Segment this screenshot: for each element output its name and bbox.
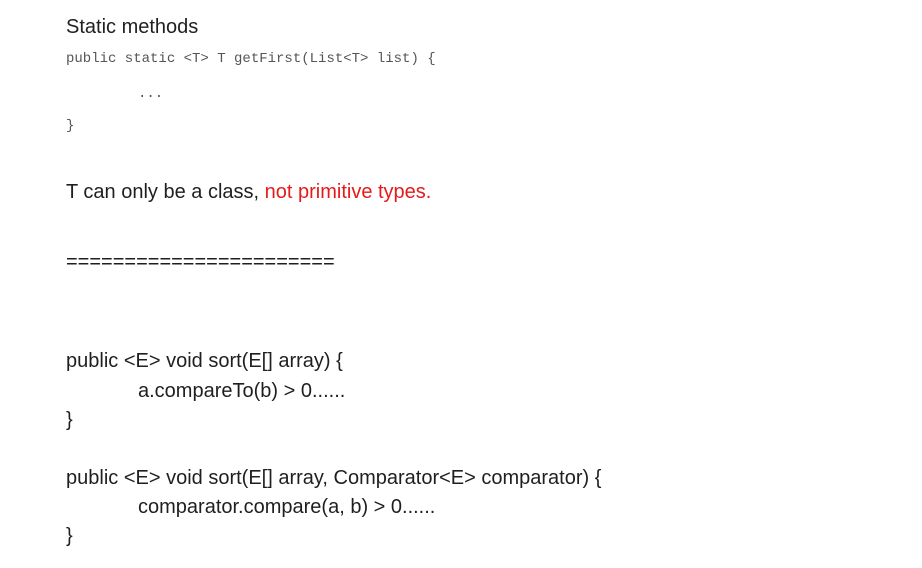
sort-comparator-signature: public <E> void sort(E[] array, Comparat… — [66, 467, 602, 489]
sort-comparator-body: comparator.compare(a, b) > 0...... — [138, 496, 436, 518]
note-prefix: T can only be a class, — [66, 181, 265, 203]
code-signature: public static <T> T getFirst(List<T> lis… — [66, 51, 436, 67]
code-close: } — [66, 118, 75, 134]
heading: Static methods — [66, 16, 199, 38]
sort-simple-body: a.compareTo(b) > 0...... — [138, 380, 346, 402]
sort-simple-close: } — [66, 409, 73, 431]
sort-comparator-close: } — [66, 525, 73, 547]
note-line: T can only be a class, not primitive typ… — [66, 181, 431, 204]
code-body: ... — [138, 86, 164, 102]
separator: ======================= — [66, 251, 335, 273]
sort-simple-signature: public <E> void sort(E[] array) { — [66, 350, 343, 372]
note-highlight: not primitive types. — [264, 181, 432, 203]
